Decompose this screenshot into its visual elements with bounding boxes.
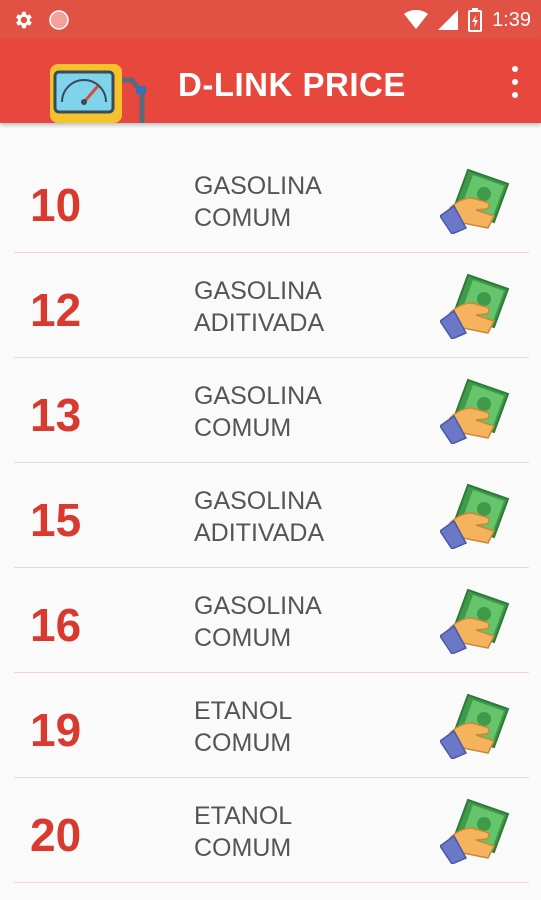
fuel-type-line2: COMUM (194, 204, 292, 232)
list-item[interactable]: 15 GASOLINA ADITIVADA (14, 463, 529, 568)
fuel-type: ETANOL COMUM (194, 695, 292, 759)
fuel-type: GASOLINA COMUM (194, 590, 322, 654)
signal-icon (438, 10, 459, 30)
hand-money-icon[interactable] (438, 271, 516, 340)
fuel-type-line2: ADITIVADA (194, 519, 325, 547)
fuel-type-line1: GASOLINA (194, 382, 322, 410)
fuel-type-line1: GASOLINA (194, 592, 322, 620)
hand-money-icon[interactable] (438, 586, 516, 655)
list-item[interactable]: 12 GASOLINA ADITIVADA (14, 253, 529, 358)
price-list: 10 GASOLINA COMUM 12 GASOLINA ADITIVADA 13 GASO… (0, 148, 541, 883)
status-bar: 1:39 (0, 0, 541, 40)
battery-charging-icon (468, 8, 483, 32)
fuel-type-line1: GASOLINA (194, 487, 322, 515)
hand-money-icon[interactable] (438, 166, 516, 235)
item-number: 20 (30, 809, 82, 861)
item-number: 12 (30, 284, 82, 336)
fuel-type: ETANOL COMUM (194, 800, 292, 864)
hand-money-icon[interactable] (438, 691, 516, 760)
wifi-icon (404, 10, 429, 29)
list-item[interactable]: 16 GASOLINA COMUM (14, 568, 529, 673)
fuel-type-line2: ADITIVADA (194, 309, 325, 337)
clock: 1:39 (492, 9, 531, 31)
fuel-type-line1: GASOLINA (194, 172, 322, 200)
fuel-type: GASOLINA ADITIVADA (194, 485, 324, 549)
fuel-type-line1: ETANOL (194, 802, 293, 830)
list-item[interactable]: 13 GASOLINA COMUM (14, 358, 529, 463)
item-number: 13 (30, 389, 82, 441)
fuel-type: GASOLINA ADITIVADA (194, 275, 324, 339)
item-number: 15 (30, 494, 82, 546)
list-item[interactable]: 10 GASOLINA COMUM (14, 148, 529, 253)
overflow-menu-icon[interactable] (505, 66, 525, 98)
fuel-type-line2: COMUM (194, 834, 292, 862)
app-bar: D-LINK PRICE (0, 40, 541, 123)
fuel-type-line1: ETANOL (194, 697, 293, 725)
app-title: D-LINK PRICE (178, 66, 406, 103)
fuel-type-line2: COMUM (194, 729, 292, 757)
gear-icon (16, 11, 32, 29)
record-icon (49, 10, 69, 30)
fuel-type: GASOLINA COMUM (194, 380, 322, 444)
item-number: 19 (30, 704, 82, 756)
item-number: 16 (30, 599, 82, 651)
fuel-type-line1: GASOLINA (194, 277, 322, 305)
fuel-type-line2: COMUM (194, 624, 292, 652)
list-item[interactable]: 20 ETANOL COMUM (14, 778, 529, 883)
list-item[interactable]: 19 ETANOL COMUM (14, 673, 529, 778)
hand-money-icon[interactable] (438, 481, 516, 550)
fuel-type: GASOLINA COMUM (194, 170, 322, 234)
fuel-pump-gauge-logo (50, 64, 146, 123)
fuel-type-line2: COMUM (194, 414, 292, 442)
item-number: 10 (30, 179, 82, 231)
hand-money-icon[interactable] (438, 796, 516, 865)
hand-money-icon[interactable] (438, 376, 516, 445)
